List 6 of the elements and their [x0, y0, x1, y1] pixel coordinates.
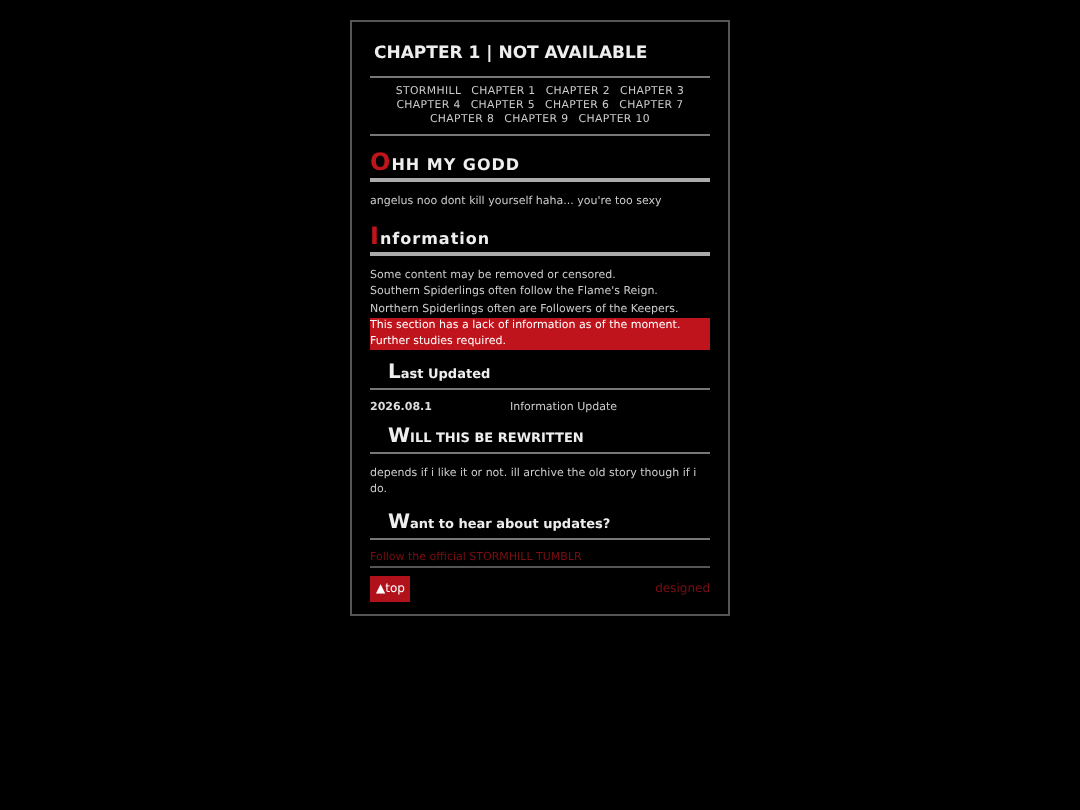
section-heading: WILL THIS BE REWRITTEN	[370, 426, 710, 455]
section-heading: OHH MY GODD	[370, 148, 710, 182]
section-heading: Want to hear about updates?	[370, 511, 710, 540]
section-heading: Information	[370, 222, 710, 257]
section-heading: Last Updated	[370, 362, 710, 391]
chapter-title: CHAPTER 1 | NOT AVAILABLE	[370, 38, 710, 78]
